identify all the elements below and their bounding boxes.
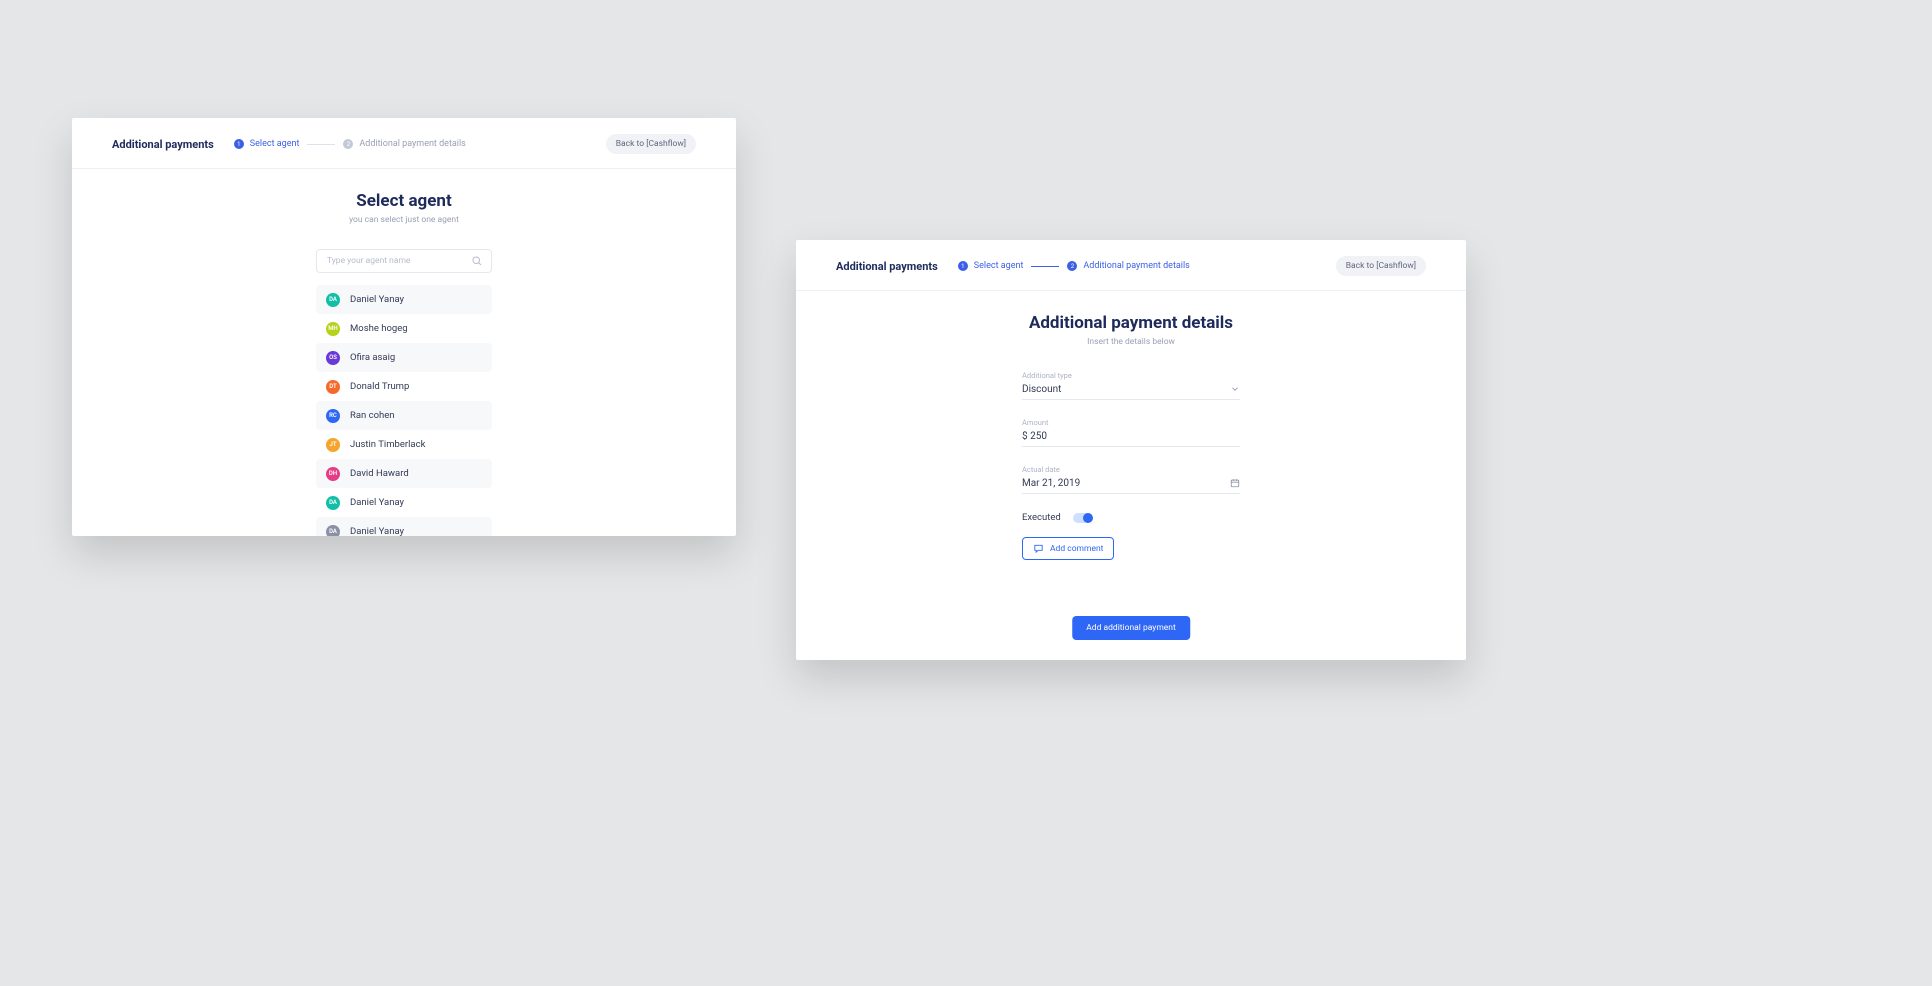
step-select-agent[interactable]: 1 Select agent — [234, 139, 300, 149]
step-number-icon: 2 — [1067, 261, 1077, 271]
agent-search-field[interactable] — [316, 249, 492, 273]
page-subtitle: you can select just one agent — [72, 215, 736, 225]
amount-input[interactable] — [1022, 431, 1240, 447]
avatar: DA — [326, 496, 340, 510]
header: Additional payments 1 Select agent 2 Add… — [72, 118, 736, 169]
field-value: Mar 21, 2019 — [1022, 478, 1080, 489]
agent-name: Ran cohen — [350, 410, 395, 421]
agent-name: Ofira asaig — [350, 352, 395, 363]
select-agent-window: Additional payments 1 Select agent 2 Add… — [72, 118, 736, 536]
agent-row[interactable]: DA Daniel Yanay — [316, 285, 492, 314]
avatar: RC — [326, 409, 340, 423]
page-title: Additional payment details — [796, 313, 1466, 333]
agent-row[interactable]: OS Ofira asaig — [316, 343, 492, 372]
avatar: JT — [326, 438, 340, 452]
agent-name: David Haward — [350, 468, 409, 479]
back-button[interactable]: Back to [Cashflow] — [1336, 256, 1426, 276]
agent-name: Daniel Yanay — [350, 526, 404, 536]
header: Additional payments 1 Select agent 2 Add… — [796, 240, 1466, 291]
toggle-knob — [1083, 513, 1093, 523]
stepper: 1 Select agent 2 Additional payment deta… — [958, 261, 1336, 271]
agent-row[interactable]: MH Moshe hogeg — [316, 314, 492, 343]
payment-form: Additional type Discount Amount Actual d… — [1022, 371, 1240, 560]
submit-button[interactable]: Add additional payment — [1072, 616, 1190, 640]
step-label: Additional payment details — [359, 139, 465, 149]
avatar: OS — [326, 351, 340, 365]
add-comment-label: Add comment — [1050, 544, 1103, 554]
agent-list: DA Daniel Yanay MH Moshe hogeg OS Ofira asaig… — [316, 285, 492, 536]
additional-type-field[interactable]: Additional type Discount — [1022, 371, 1240, 400]
avatar: MH — [326, 322, 340, 336]
field-label: Amount — [1022, 418, 1240, 427]
actual-date-field[interactable]: Actual date Mar 21, 2019 — [1022, 465, 1240, 494]
amount-field[interactable]: Amount — [1022, 418, 1240, 447]
agent-row[interactable]: JT Justin Timberlack — [316, 430, 492, 459]
step-select-agent[interactable]: 1 Select agent — [958, 261, 1024, 271]
chevron-down-icon — [1230, 384, 1240, 394]
comment-icon — [1033, 543, 1044, 554]
page-breadcrumb: Additional payments — [836, 260, 938, 273]
agent-name: Moshe hogeg — [350, 323, 408, 334]
avatar: DT — [326, 380, 340, 394]
step-payment-details[interactable]: 2 Additional payment details — [343, 139, 465, 149]
step-payment-details[interactable]: 2 Additional payment details — [1067, 261, 1189, 271]
executed-toggle[interactable] — [1073, 513, 1092, 523]
page-title: Select agent — [72, 191, 736, 211]
executed-row: Executed — [1022, 512, 1240, 523]
step-separator — [1031, 266, 1059, 267]
agent-row[interactable]: DT Donald Trump — [316, 372, 492, 401]
step-separator — [307, 144, 335, 145]
calendar-icon — [1230, 478, 1240, 488]
search-icon — [471, 255, 483, 267]
step-label: Select agent — [250, 139, 300, 149]
step-number-icon: 1 — [234, 139, 244, 149]
stepper: 1 Select agent 2 Additional payment deta… — [234, 139, 606, 149]
add-comment-button[interactable]: Add comment — [1022, 537, 1114, 560]
field-label: Additional type — [1022, 371, 1240, 380]
step-label: Additional payment details — [1083, 261, 1189, 271]
agent-row[interactable]: DA Daniel Yanay — [316, 517, 492, 536]
field-label: Actual date — [1022, 465, 1240, 474]
payment-details-window: Additional payments 1 Select agent 2 Add… — [796, 240, 1466, 660]
back-button[interactable]: Back to [Cashflow] — [606, 134, 696, 154]
avatar: DA — [326, 293, 340, 307]
agent-name: Daniel Yanay — [350, 497, 404, 508]
page-subtitle: Insert the details below — [796, 337, 1466, 347]
step-label: Select agent — [974, 261, 1024, 271]
search-input[interactable] — [327, 256, 465, 266]
agent-row[interactable]: DH David Haward — [316, 459, 492, 488]
executed-label: Executed — [1022, 512, 1061, 523]
step-number-icon: 2 — [343, 139, 353, 149]
agent-name: Donald Trump — [350, 381, 409, 392]
agent-name: Daniel Yanay — [350, 294, 404, 305]
agent-row[interactable]: DA Daniel Yanay — [316, 488, 492, 517]
step-number-icon: 1 — [958, 261, 968, 271]
agent-name: Justin Timberlack — [350, 439, 425, 450]
avatar: DA — [326, 525, 340, 537]
page-breadcrumb: Additional payments — [112, 138, 214, 151]
field-value: Discount — [1022, 384, 1061, 395]
avatar: DH — [326, 467, 340, 481]
agent-row[interactable]: RC Ran cohen — [316, 401, 492, 430]
